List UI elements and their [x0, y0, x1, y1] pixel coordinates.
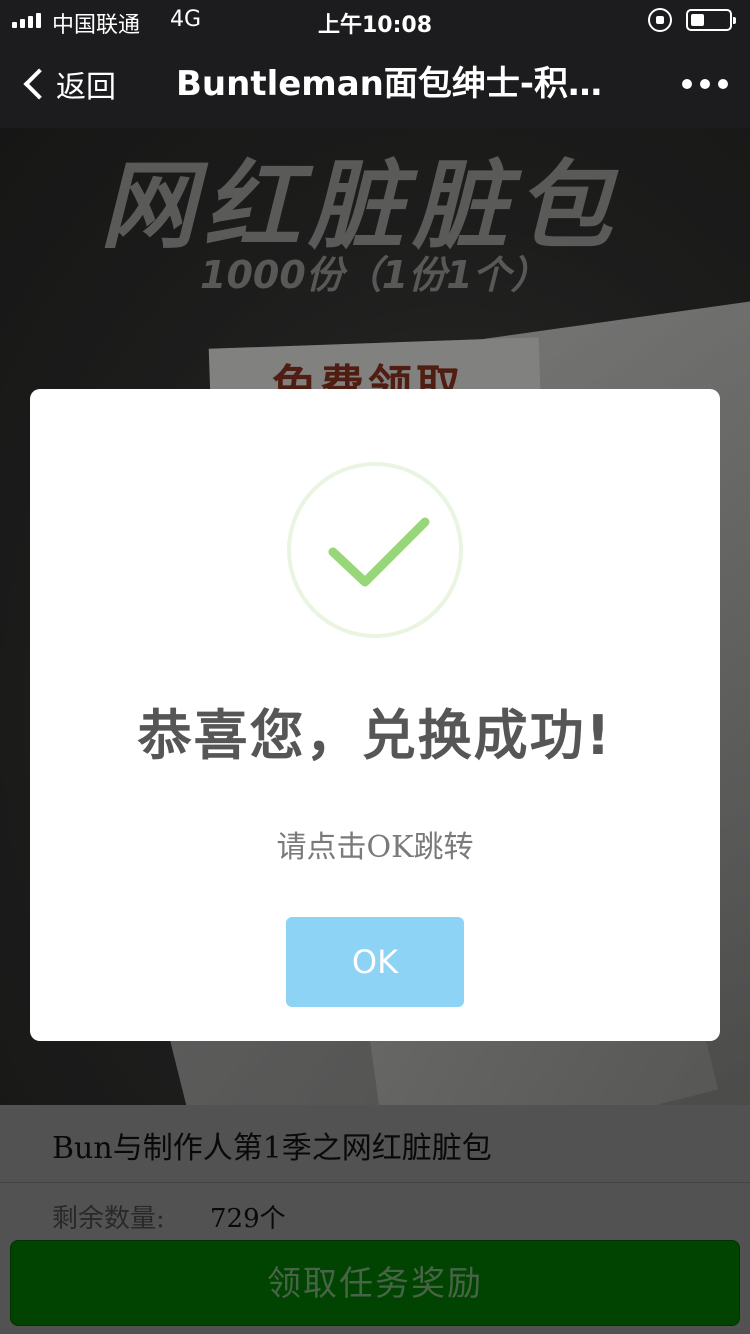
- back-button[interactable]: 返回: [16, 40, 116, 128]
- battery-icon: [686, 9, 736, 31]
- status-time: 上午10:08: [317, 13, 433, 38]
- rotation-lock-icon: [648, 8, 672, 32]
- back-label: 返回: [56, 70, 116, 105]
- success-dialog: 恭喜您，兑换成功! 请点击OK跳转 OK: [30, 389, 720, 1041]
- more-options-icon[interactable]: [682, 40, 728, 128]
- success-ring: [287, 462, 463, 638]
- ok-button[interactable]: OK: [286, 917, 464, 1007]
- page-title: Buntleman面包绅士-积…: [176, 64, 602, 104]
- chevron-left-icon: [23, 68, 55, 100]
- battery-level: [691, 14, 704, 26]
- dialog-title: 恭喜您，兑换成功!: [137, 704, 613, 767]
- nav-bar: 返回 Buntleman面包绅士-积…: [0, 40, 750, 128]
- dialog-message: 请点击OK跳转: [276, 830, 474, 865]
- status-bar: 中国联通 4G 上午10:08: [0, 0, 750, 40]
- checkmark-icon: [328, 517, 430, 587]
